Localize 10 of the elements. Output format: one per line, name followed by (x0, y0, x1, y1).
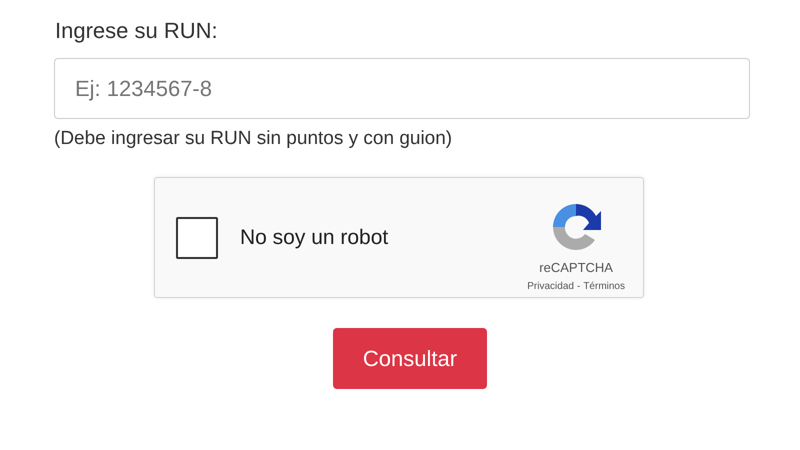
run-label: Ingrese su RUN: (55, 18, 219, 44)
help-text: (Debe ingresar su RUN sin puntos y con guion) (54, 128, 454, 150)
captcha-label: No soy un robot (240, 226, 390, 250)
run-input-field[interactable]: Ej: 1234567-8 (54, 58, 750, 119)
consultar-button[interactable]: Consultar (333, 328, 487, 389)
captcha-checkbox[interactable] (176, 216, 218, 258)
legal-link[interactable]: Privacidad (527, 280, 574, 292)
recaptcha-brand: reCAPTCHA (539, 260, 613, 274)
legal-link[interactable]: Términos (583, 280, 625, 292)
separator-dash: - (576, 280, 580, 292)
